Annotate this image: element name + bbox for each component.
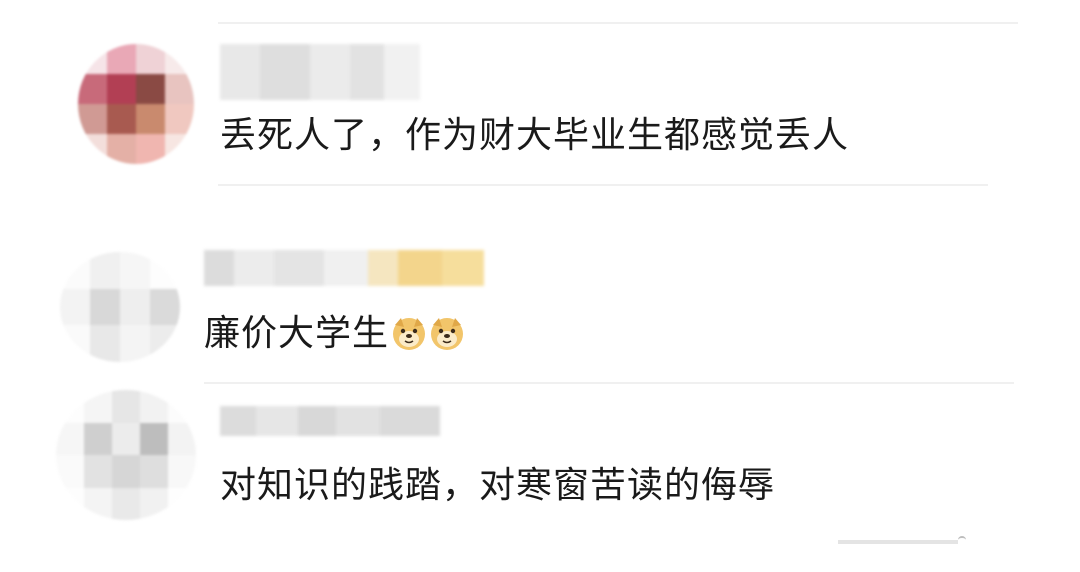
username[interactable] xyxy=(220,406,440,436)
comment-text: 廉价大学生 xyxy=(204,312,465,356)
avatar[interactable] xyxy=(78,44,194,164)
comment-item[interactable]: 廉价大学生 xyxy=(0,200,1080,380)
comment-divider xyxy=(218,184,988,186)
avatar[interactable] xyxy=(56,390,196,520)
comment-item[interactable]: 对知识的践踏，对寒窗苦读的侮辱 xyxy=(0,380,1080,560)
username[interactable] xyxy=(204,250,484,286)
doge-emoji-icon xyxy=(393,318,426,350)
comment-text: 对知识的践踏，对寒窗苦读的侮辱 xyxy=(220,465,776,506)
comment-text: 丢死人了，作为财大毕业生都感觉丢人 xyxy=(220,115,850,156)
more-indicator-icon xyxy=(958,536,966,542)
username[interactable] xyxy=(220,44,420,100)
comment-text-content: 廉价大学生 xyxy=(204,313,390,354)
footer-divider xyxy=(838,540,958,544)
doge-emoji-icon xyxy=(431,318,464,350)
avatar[interactable] xyxy=(60,252,180,362)
comment-item[interactable]: 丢死人了，作为财大毕业生都感觉丢人 xyxy=(0,0,1080,200)
